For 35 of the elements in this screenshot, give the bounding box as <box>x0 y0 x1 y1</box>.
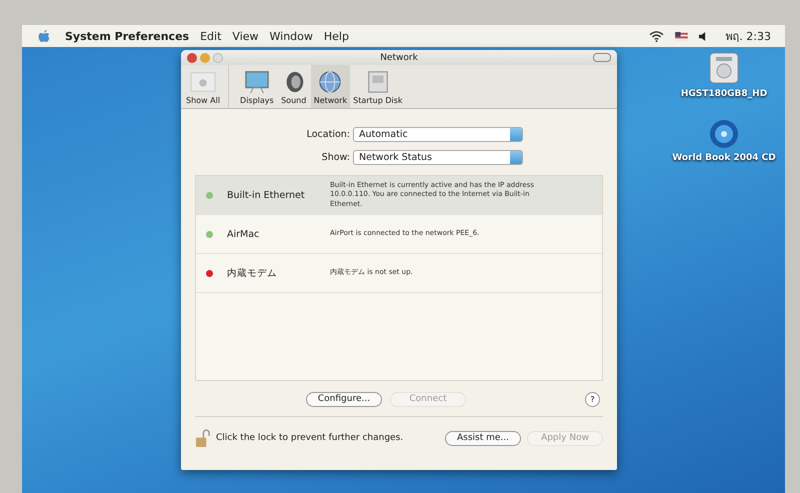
open-lock-icon[interactable] <box>195 428 210 448</box>
wifi-icon[interactable] <box>649 30 664 42</box>
flag-icon[interactable] <box>675 32 688 40</box>
volume-icon[interactable] <box>699 32 706 40</box>
menu-item[interactable]: Window <box>270 30 313 42</box>
cd-icon[interactable] <box>709 119 739 149</box>
configure-button[interactable]: Configure... <box>306 392 382 406</box>
assist-me-button[interactable]: Assist me... <box>445 430 521 446</box>
monitor-icon <box>242 70 271 94</box>
service-name: Built-in Ethernet <box>227 190 306 200</box>
help-button[interactable]: ? <box>585 392 600 406</box>
close-button[interactable] <box>187 52 197 62</box>
window-title: Network <box>379 52 419 62</box>
menu-item[interactable]: Edit <box>200 30 222 42</box>
toolbar-button[interactable]: Show All <box>183 65 230 108</box>
toolbar-button[interactable]: Network <box>310 65 350 108</box>
toolbar-toggle-button[interactable] <box>593 53 611 62</box>
toolbar-button[interactable]: Startup Disk <box>350 65 406 108</box>
menu-clock[interactable]: พฤ. 2:33 <box>725 27 771 45</box>
apple-icon[interactable] <box>38 29 50 43</box>
zoom-button[interactable] <box>213 52 223 62</box>
service-name: 内蔵モデム <box>227 266 278 280</box>
minimize-button[interactable] <box>200 52 210 62</box>
location-label: Location: <box>306 128 350 140</box>
toolbar-button[interactable]: Displays <box>237 65 277 108</box>
menu-item[interactable]: View <box>232 30 259 42</box>
location-popup[interactable]: Automatic <box>353 126 523 142</box>
toolbar-button[interactable]: Sound <box>276 65 311 108</box>
menu-item[interactable]: Help <box>324 30 349 42</box>
show-popup[interactable]: Network Status <box>353 150 523 164</box>
apple-tile-icon <box>189 70 218 94</box>
app-menu[interactable]: System Preferences <box>65 30 190 42</box>
lock-message: Click the lock to prevent further changes. <box>216 433 404 443</box>
service-name: AirMac <box>227 228 260 240</box>
show-label: Show: <box>320 152 350 162</box>
